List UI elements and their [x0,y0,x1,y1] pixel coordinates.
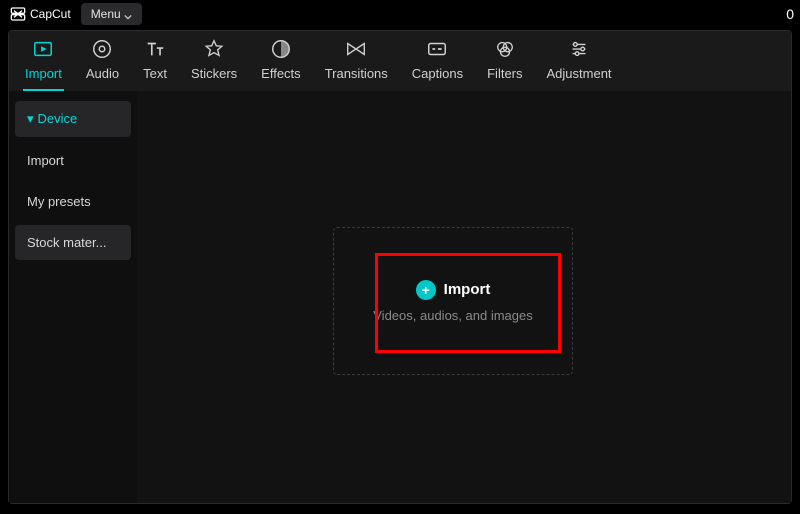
workspace: Import Audio Text Stickers Effects [8,30,792,504]
transitions-icon [345,38,367,60]
effects-icon [270,38,292,60]
sidebar-item-stock-material[interactable]: Stock mater... [15,225,131,260]
main-panel: + Import Videos, audios, and images [137,91,791,503]
tab-stickers[interactable]: Stickers [179,32,249,91]
sidebar: ▾ Device Import My presets Stock mater... [9,91,137,503]
chevron-down-icon [124,10,132,18]
topright-counter: 0 [786,6,794,22]
import-subtitle: Videos, audios, and images [373,308,532,323]
import-title: Import [444,281,491,298]
sidebar-item-label: Stock mater... [27,235,106,250]
sidebar-item-label: Import [27,153,64,168]
tab-label: Adjustment [547,66,612,81]
app-name: CapCut [30,7,71,21]
sidebar-item-label: Device [38,111,78,126]
tab-text[interactable]: Text [131,32,179,91]
tab-filters[interactable]: Filters [475,32,534,91]
content-area: ▾ Device Import My presets Stock mater...… [9,91,791,503]
sidebar-item-device[interactable]: ▾ Device [15,101,131,137]
app-logo: CapCut [10,6,71,22]
capcut-logo-icon [10,6,26,22]
tab-label: Effects [261,66,301,81]
tab-transitions[interactable]: Transitions [313,32,400,91]
tab-adjustment[interactable]: Adjustment [535,32,624,91]
import-icon [32,38,54,60]
tab-import[interactable]: Import [13,32,74,91]
sidebar-item-import[interactable]: Import [15,143,131,178]
tab-label: Text [143,66,167,81]
tab-label: Captions [412,66,463,81]
caret-down-icon: ▾ [27,111,34,127]
filters-icon [494,38,516,60]
audio-icon [91,38,113,60]
captions-icon [426,38,448,60]
plus-icon: + [416,280,436,300]
menu-label: Menu [91,7,121,21]
tab-audio[interactable]: Audio [74,32,131,91]
tab-label: Import [25,66,62,81]
sidebar-item-label: My presets [27,194,91,209]
tab-label: Transitions [325,66,388,81]
top-toolbar: Import Audio Text Stickers Effects [9,31,791,91]
import-dropzone[interactable]: + Import Videos, audios, and images [333,227,573,375]
tab-label: Stickers [191,66,237,81]
tab-captions[interactable]: Captions [400,32,475,91]
menu-button[interactable]: Menu [81,3,142,25]
stickers-icon [203,38,225,60]
titlebar: CapCut Menu [0,0,800,28]
tab-effects[interactable]: Effects [249,32,313,91]
adjustment-icon [568,38,590,60]
tab-label: Audio [86,66,119,81]
tab-label: Filters [487,66,522,81]
import-title-row: + Import [416,280,491,300]
text-icon [144,38,166,60]
sidebar-item-my-presets[interactable]: My presets [15,184,131,219]
